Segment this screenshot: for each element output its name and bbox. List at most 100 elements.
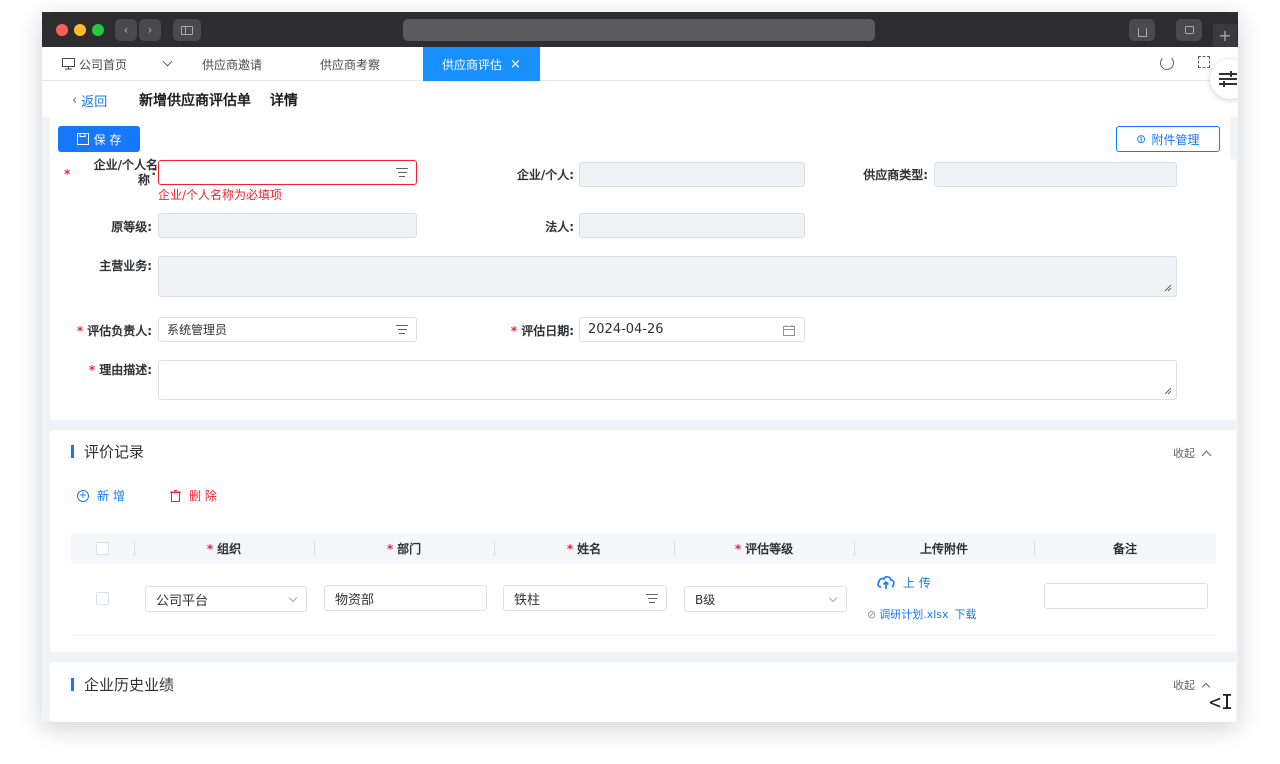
address-bar[interactable] [403,19,875,41]
chevron-down-icon [828,593,838,603]
main-business-field [158,256,1177,297]
column-header-org: * 组织 [206,541,242,557]
eval-records-title: 评价记录 [71,441,144,462]
tab-supplier-invite[interactable]: 供应商邀请 [192,47,272,81]
attachments-label: 附件管理 [1151,132,1200,147]
original-level-field [158,213,417,238]
legal-person-label: 法人: [545,220,574,234]
company-name-input[interactable] [158,160,417,185]
select-all-checkbox[interactable] [96,542,109,555]
back-link[interactable]: ‹ 返回 [72,91,107,110]
chevron-down-icon [288,593,298,603]
history-card: 企业历史业绩 收起 [50,662,1236,722]
evaluator-label: * 评估负责人: [76,324,152,338]
form-card: * 企业/个人名 称 : 企业/个人名称为必填项 企业/个人: 供应商类型: 原… [50,158,1236,420]
plus-icon: + [1218,26,1232,45]
plus-circle-icon: + [77,489,89,502]
sidebar-icon [181,25,193,35]
resize-handle-icon[interactable] [1164,387,1172,395]
grade-select[interactable]: B级 [684,586,847,612]
save-button[interactable]: 保 存 [58,126,140,152]
sidebar-toggle-button[interactable] [173,19,201,41]
paperclip-icon: ⊘ [1132,130,1150,148]
evaluator-select[interactable]: 系统管理员 [158,317,417,342]
chevron-right-icon: › [147,23,153,37]
company-name-error: 企业/个人名称为必填项 [158,188,283,202]
main-business-label: 主营业务: [99,259,152,273]
legal-person-field [579,213,805,238]
new-tab-button[interactable]: + [1213,24,1237,47]
chevron-up-icon [1201,450,1212,460]
download-link[interactable]: 下载 [955,606,977,622]
action-toolbar: 保 存 ⊘ 附件管理 [50,117,1230,159]
column-header-dept: * 部门 [386,541,422,557]
chevron-left-icon: ‹ [123,23,129,37]
delete-row-button[interactable]: 删 除 [170,487,217,504]
save-icon [76,133,89,145]
attachment-filename[interactable]: 调研计划.xlsx [879,606,948,622]
table-row: 公司平台 物资部 铁柱 B级 上 传 ⊘ 调研计划.xlsx 下载 [71,564,1216,636]
eval-date-picker[interactable]: 2024-04-26 [579,317,805,342]
tab-label: 供应商邀请 [202,57,263,72]
column-header-remark: 备注 [1112,542,1137,556]
dept-input[interactable]: 物资部 [324,585,487,611]
tab-label: 供应商考察 [320,57,381,72]
monitor-icon [62,58,75,70]
fullscreen-icon[interactable] [1198,56,1210,68]
reason-label: * 理由描述: [88,363,152,377]
page-subtitle: 详情 [269,93,298,109]
tabs-icon [1184,26,1194,34]
filter-icon[interactable] [396,168,408,177]
tab-home[interactable]: 公司首页 [52,47,137,81]
remark-input[interactable] [1044,583,1208,609]
history-collapse[interactable]: 收起 [1173,677,1211,693]
row-checkbox[interactable] [96,592,109,605]
share-button[interactable] [1129,19,1155,41]
name-select[interactable]: 铁柱 [503,585,667,611]
column-header-upload: 上传附件 [919,542,968,556]
refresh-icon[interactable] [1160,56,1174,70]
company-name-label: * 企业/个人名 称 [64,158,158,187]
forward-nav-button[interactable]: › [139,19,161,41]
close-tab-icon[interactable]: × [510,57,521,72]
save-label: 保 存 [93,132,122,147]
maximize-window-button[interactable] [92,24,104,36]
resize-handle-icon[interactable] [1164,284,1172,292]
filter-icon[interactable] [646,594,658,603]
label-colon: : [151,164,156,178]
browser-window: ‹ › + 公司首页 供应商邀请 供应商考察 供应商评估 × ‹ 返回 新增供应… [42,12,1238,722]
chevron-left-icon: ‹ [72,93,78,108]
reason-textarea[interactable] [158,360,1177,400]
cloud-upload-icon [877,576,895,589]
trash-icon [170,489,181,502]
entity-type-label: 企业/个人: [516,168,574,182]
records-table-header: * 组织 * 部门 * 姓名 * 评估等级 上传附件 备注 [71,533,1216,564]
eval-records-collapse[interactable]: 收起 [1173,445,1212,461]
share-icon [1137,27,1147,37]
side-collapse-handle[interactable]: <I [1209,690,1233,714]
attachment-file: ⊘ 调研计划.xlsx 下载 [867,606,977,622]
tabs-overview-button[interactable] [1176,19,1202,41]
eval-date-label: * 评估日期: [510,324,574,338]
title-bar: ‹ › + [42,12,1238,47]
section-accent-bar [71,445,74,458]
add-row-button[interactable]: + 新 增 [77,487,125,504]
section-accent-bar [71,678,74,691]
supplier-type-field [934,162,1177,187]
minimize-window-button[interactable] [74,24,86,36]
back-nav-button[interactable]: ‹ [115,19,137,41]
tabs-dropdown-chevron[interactable] [162,56,173,67]
history-title: 企业历史业绩 [71,674,174,695]
calendar-icon[interactable] [783,325,795,336]
close-window-button[interactable] [56,24,68,36]
tab-supplier-evaluation[interactable]: 供应商评估 × [423,47,540,81]
org-select[interactable]: 公司平台 [145,586,307,612]
upload-button[interactable]: 上 传 [877,574,931,591]
filter-icon[interactable] [396,325,408,334]
page-header: ‹ 返回 新增供应商评估单 详情 [42,81,1238,117]
tab-supplier-inspection[interactable]: 供应商考察 [310,47,390,81]
page-title-text: 新增供应商评估单 [139,93,251,109]
attachments-button[interactable]: ⊘ 附件管理 [1116,126,1220,152]
app-tab-bar: 公司首页 供应商邀请 供应商考察 供应商评估 × [42,47,1238,81]
supplier-type-label: 供应商类型: [863,168,928,182]
